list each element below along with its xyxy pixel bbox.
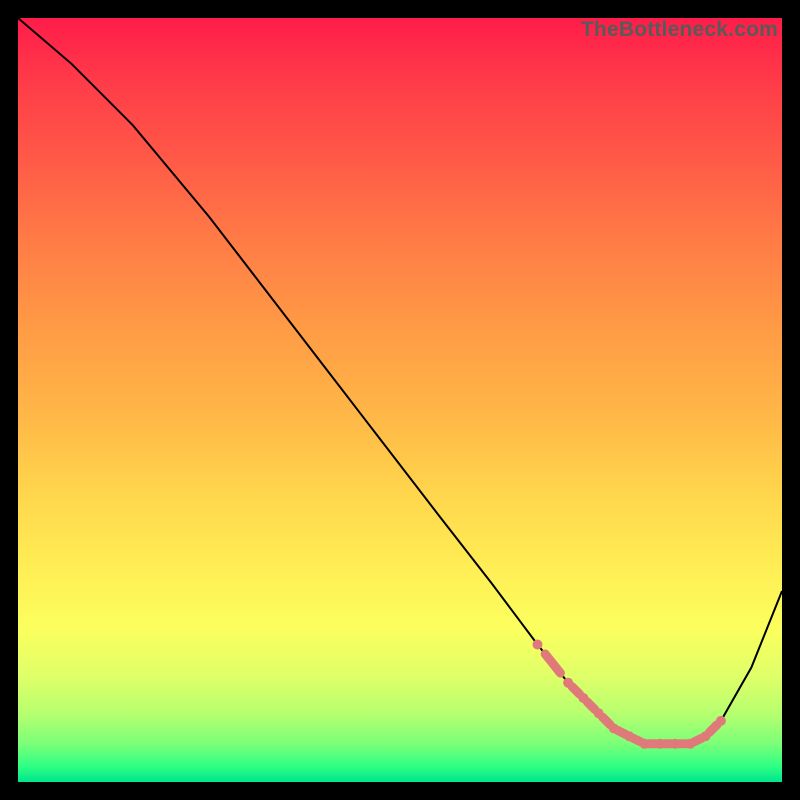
marker-segment: [587, 702, 595, 710]
marker-segment: [572, 687, 580, 695]
marker-segment: [709, 725, 717, 733]
marker-group: [533, 640, 726, 749]
marker-segment: [545, 654, 560, 673]
marker-segment: [633, 738, 641, 742]
marker-dot: [716, 716, 726, 726]
plot-area: TheBottleneck.com: [18, 18, 782, 782]
marker-segment: [694, 738, 702, 742]
chart-container: TheBottleneck.com: [0, 0, 800, 800]
marker-dot: [533, 640, 543, 650]
chart-svg: [18, 18, 782, 782]
marker-segment: [603, 717, 611, 725]
curve-line: [18, 18, 782, 744]
marker-segment: [618, 730, 626, 734]
